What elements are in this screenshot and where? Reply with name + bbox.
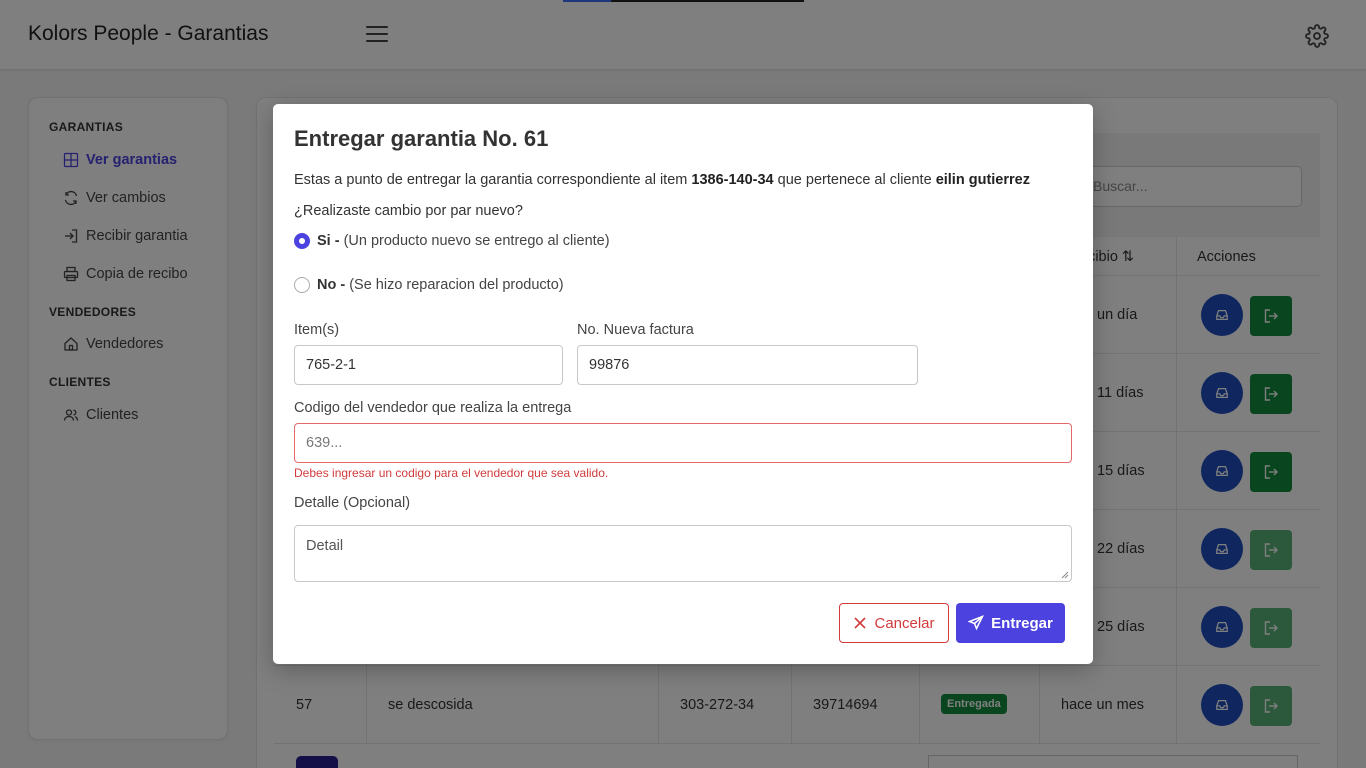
desc-prefix: Estas a punto de entregar la garantia co… xyxy=(294,172,688,188)
radio-option-no[interactable]: No - (Se hizo reparacion del producto) xyxy=(294,277,564,293)
close-icon xyxy=(854,617,867,629)
radio-label: (Un producto nuevo se entrego al cliente… xyxy=(343,233,610,249)
seller-code-field[interactable]: 639... xyxy=(294,423,1072,463)
submit-label: Entregar xyxy=(991,614,1053,632)
detail-label: Detalle (Opcional) xyxy=(294,495,411,511)
seller-code-error: Debes ingresar un codigo para el vendedo… xyxy=(294,466,609,480)
radio-label-bold: No - xyxy=(317,277,346,293)
modal-title: Entregar garantia No. 61 xyxy=(294,126,549,151)
detail-textarea[interactable]: Detail xyxy=(294,525,1072,582)
send-icon xyxy=(968,615,985,631)
radio-unchecked[interactable] xyxy=(294,277,310,293)
items-label: Item(s) xyxy=(294,322,340,338)
deliver-warranty-modal: Entregar garantia No. 61 Estas a punto d… xyxy=(273,104,1093,664)
deliver-submit-button[interactable]: Entregar xyxy=(956,603,1065,643)
invoice-field[interactable]: 99876 xyxy=(577,345,918,385)
resize-handle-icon[interactable] xyxy=(1061,571,1069,579)
radio-label: (Se hizo reparacion del producto) xyxy=(349,277,564,293)
items-field[interactable]: 765-2-1 xyxy=(294,345,563,385)
detail-placeholder: Detail xyxy=(306,538,344,554)
radio-option-yes[interactable]: Si - (Un producto nuevo se entrego al cl… xyxy=(294,233,610,249)
cancel-label: Cancelar xyxy=(874,614,935,632)
desc-item-code: 1386-140-34 xyxy=(691,172,774,188)
seller-code-label: Codigo del vendedor que realiza la entre… xyxy=(294,400,572,416)
invoice-label: No. Nueva factura xyxy=(577,322,694,338)
radio-label-bold: Si - xyxy=(317,233,340,249)
cancel-button[interactable]: Cancelar xyxy=(839,603,949,643)
exchange-question: ¿Realizaste cambio por par nuevo? xyxy=(294,203,523,219)
desc-middle: que pertenece al cliente xyxy=(777,172,932,188)
desc-client-name: eilin gutierrez xyxy=(935,172,1030,188)
radio-checked[interactable] xyxy=(294,233,310,249)
modal-description: Estas a punto de entregar la garantia co… xyxy=(294,172,1030,188)
